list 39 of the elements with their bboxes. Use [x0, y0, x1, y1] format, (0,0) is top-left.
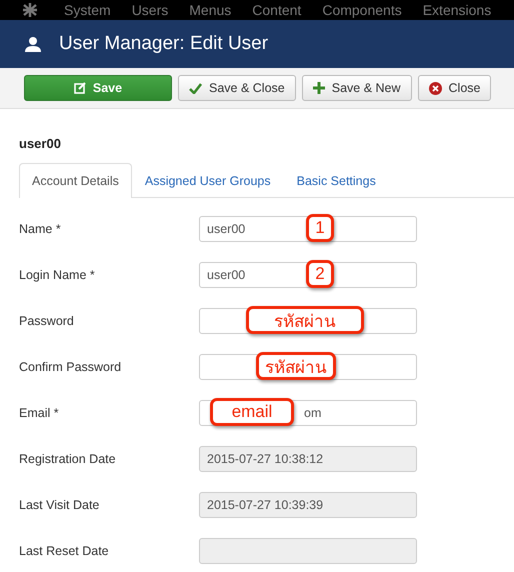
record-title: user00: [19, 136, 62, 151]
field-label: Password: [18, 314, 75, 328]
user-icon: [25, 36, 41, 52]
menu-item[interactable]: Components: [322, 1, 402, 19]
menu-item[interactable]: Extensions: [422, 1, 492, 19]
input-field[interactable]: user00 1: [199, 216, 417, 242]
tab[interactable]: Account Details: [19, 163, 132, 198]
logo-icon[interactable]: [22, 3, 38, 17]
annotation-callout: 1: [306, 214, 334, 242]
field-label: Confirm Password: [18, 360, 122, 374]
annotation-callout: รหัสผ่าน: [256, 352, 336, 380]
field-label: Login Name *: [18, 268, 96, 282]
menu-item[interactable]: Content: [252, 1, 302, 19]
input-field[interactable]: รหัสผ่าน: [199, 354, 417, 380]
toolbar-button[interactable]: Close: [418, 75, 492, 101]
annotation-callout: รหัสผ่าน: [246, 306, 364, 334]
page-title: User Manager: Edit User: [59, 33, 268, 55]
field-label: Last Reset Date: [18, 544, 110, 558]
annotation-callout: email: [210, 398, 294, 426]
field-label: Registration Date: [18, 452, 117, 466]
field-label: Email *: [18, 406, 60, 420]
annotation-callout: 2: [306, 260, 334, 288]
input-field[interactable]: user00 2: [199, 262, 417, 288]
menu-item[interactable]: Users: [132, 1, 168, 19]
tab[interactable]: Assigned User Groups: [132, 163, 284, 197]
toolbar-button[interactable]: Save & New: [302, 75, 412, 101]
close-icon: [428, 82, 442, 94]
tab[interactable]: Basic Settings: [284, 163, 389, 197]
toolbar-button[interactable]: Save: [24, 75, 172, 101]
plus-icon: [312, 82, 325, 94]
input-field[interactable]: email om: [199, 400, 417, 426]
field-label: Name *: [18, 222, 62, 236]
toolbar-button[interactable]: Save & Close: [178, 75, 296, 101]
edit-icon: [74, 82, 86, 94]
input-field[interactable]: รหัสผ่าน: [199, 308, 417, 334]
field-label: Last Visit Date: [18, 498, 100, 512]
menu-item[interactable]: System: [64, 1, 111, 19]
check-icon: [189, 82, 202, 94]
menu-item[interactable]: Menus: [189, 1, 232, 19]
